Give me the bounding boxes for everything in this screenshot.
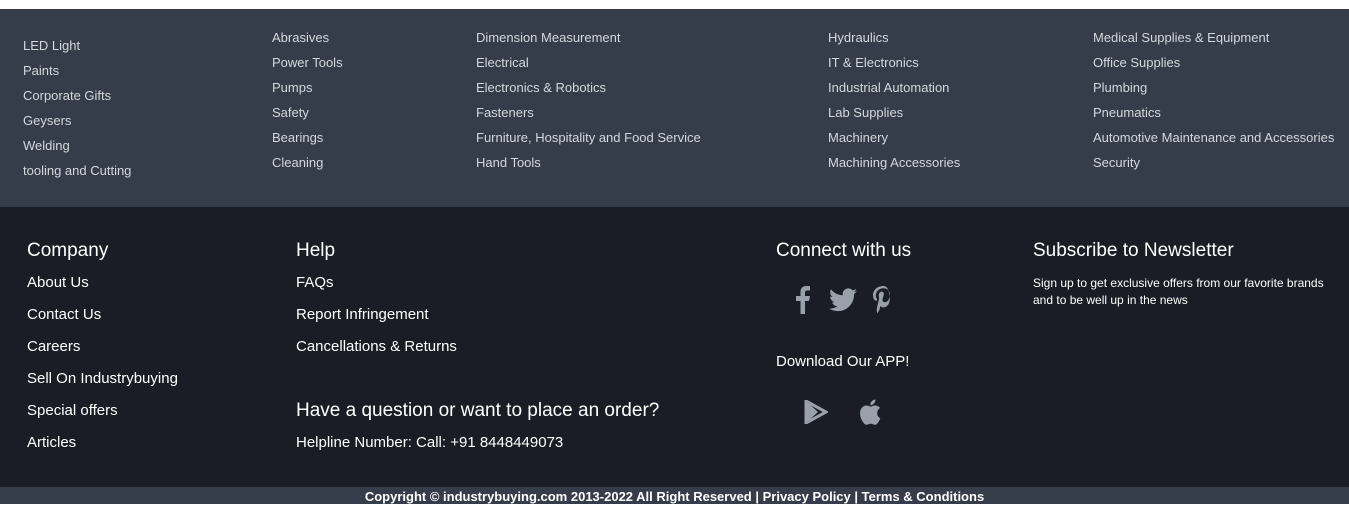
connect-title: Connect with us [776, 240, 912, 261]
twitter-icon[interactable] [828, 285, 858, 315]
category-link[interactable]: Power Tools [272, 55, 343, 71]
category-link[interactable]: Hand Tools [476, 155, 541, 171]
newsletter-text: Sign up to get exclusive offers from our… [1033, 276, 1324, 307]
app-icons [802, 398, 884, 426]
category-link[interactable]: Safety [272, 105, 309, 121]
category-link[interactable]: Plumbing [1093, 80, 1147, 96]
category-link[interactable]: Dimension Measurement [476, 30, 621, 46]
facebook-icon[interactable] [790, 285, 816, 315]
category-link[interactable]: Hydraulics [828, 30, 889, 46]
category-link[interactable]: LED Light [23, 38, 80, 54]
download-app-label: Download Our APP! [776, 353, 910, 370]
category-link[interactable]: Medical Supplies & Equipment [1093, 30, 1269, 46]
sell-on-industrybuying-link[interactable]: Sell On Industrybuying [27, 370, 178, 388]
category-link[interactable]: Office Supplies [1093, 55, 1180, 71]
category-link[interactable]: Welding [23, 138, 70, 154]
contact-us-link[interactable]: Contact Us [27, 306, 101, 324]
category-link[interactable]: Corporate Gifts [23, 88, 111, 104]
category-link[interactable]: Electrical [476, 55, 529, 71]
copyright-bar: Copyright © industrybuying.com 2013-2022… [0, 487, 1349, 504]
cancellations-returns-link[interactable]: Cancellations & Returns [296, 338, 457, 356]
category-link[interactable]: Bearings [272, 130, 323, 146]
category-link[interactable]: Cleaning [272, 155, 323, 171]
social-icons [790, 285, 896, 315]
report-infringement-link[interactable]: Report Infringement [296, 306, 429, 324]
category-link[interactable]: tooling and Cutting [23, 163, 131, 179]
category-link[interactable]: Geysers [23, 113, 71, 129]
faqs-link[interactable]: FAQs [296, 274, 334, 292]
order-question-title: Have a question or want to place an orde… [296, 400, 660, 421]
company-title: Company [27, 240, 109, 261]
helpline-number: Helpline Number: Call: +91 8448449073 [296, 434, 564, 451]
category-link[interactable]: Lab Supplies [828, 105, 903, 121]
category-links-section: LED Light Paints Corporate Gifts Geysers… [0, 9, 1349, 207]
category-link[interactable]: Automotive Maintenance and Accessories [1093, 130, 1334, 146]
newsletter-title: Subscribe to Newsletter [1033, 240, 1234, 261]
help-title: Help [296, 240, 336, 261]
special-offers-link[interactable]: Special offers [27, 402, 118, 420]
apple-icon[interactable] [856, 398, 884, 426]
category-link[interactable]: Pneumatics [1093, 105, 1161, 121]
category-link[interactable]: Abrasives [272, 30, 329, 46]
category-link[interactable]: Fasteners [476, 105, 534, 121]
category-link[interactable]: Pumps [272, 80, 312, 96]
articles-link[interactable]: Articles [27, 434, 76, 452]
top-strip [0, 0, 1349, 9]
category-link[interactable]: Paints [23, 63, 59, 79]
category-link[interactable]: Electronics & Robotics [476, 80, 606, 96]
careers-link[interactable]: Careers [27, 338, 80, 356]
category-link[interactable]: Security [1093, 155, 1140, 171]
google-play-icon[interactable] [802, 398, 830, 426]
category-link[interactable]: IT & Electronics [828, 55, 919, 71]
about-us-link[interactable]: About Us [27, 274, 89, 292]
category-link[interactable]: Machinery [828, 130, 888, 146]
category-link[interactable]: Furniture, Hospitality and Food Service [476, 130, 701, 146]
pinterest-icon[interactable] [870, 285, 896, 315]
category-link[interactable]: Machining Accessories [828, 155, 960, 171]
category-link[interactable]: Industrial Automation [828, 80, 949, 96]
footer-main: Company About Us Contact Us Careers Sell… [0, 207, 1349, 487]
